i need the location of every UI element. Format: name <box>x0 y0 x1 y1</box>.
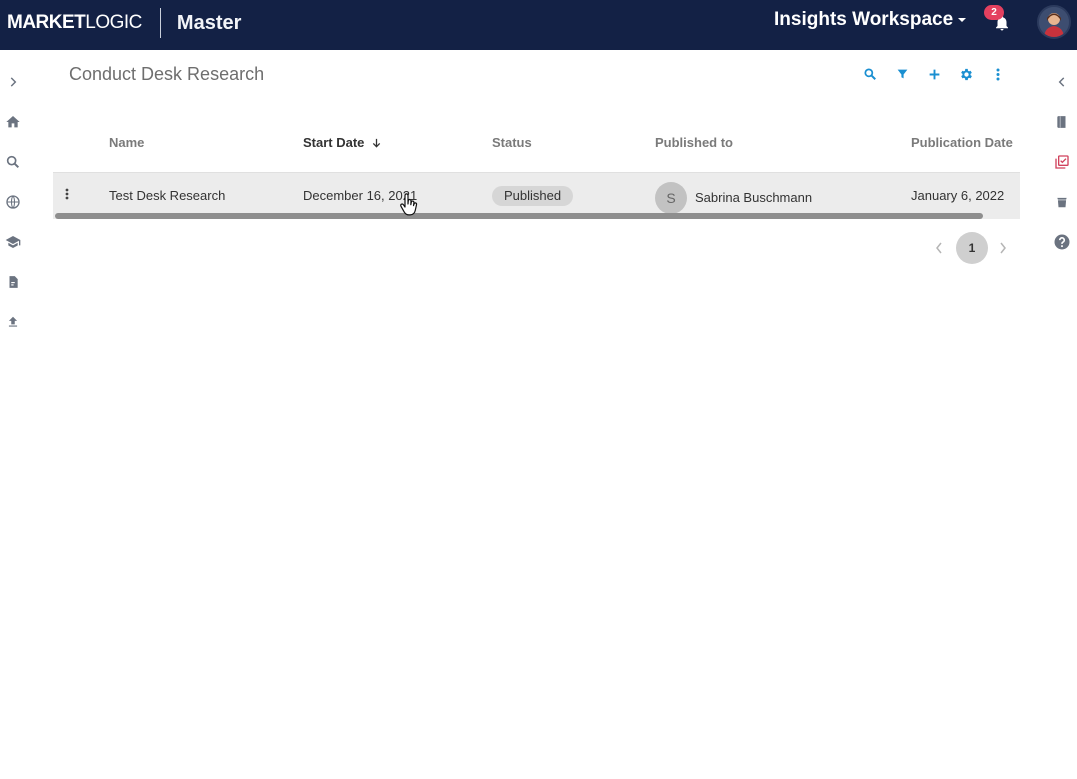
right-sidebar <box>1049 50 1077 779</box>
add-icon[interactable] <box>926 66 942 82</box>
notification-badge[interactable]: 2 <box>984 5 1004 20</box>
logo-text-light: LOGIC <box>85 12 142 33</box>
column-header-publication-date[interactable]: Publication Date <box>911 135 1013 150</box>
filter-icon[interactable] <box>894 66 910 82</box>
top-bar: MARKET LOGIC Master Insights Workspace 2 <box>0 0 1077 50</box>
chevron-left-icon[interactable] <box>935 241 945 255</box>
logo-text-bold: MARKET <box>7 12 86 33</box>
horizontal-scrollbar[interactable] <box>55 213 983 219</box>
avatar: S <box>655 182 687 214</box>
settings-icon[interactable] <box>958 66 974 82</box>
column-header-status[interactable]: Status <box>492 135 532 150</box>
more-vertical-icon[interactable] <box>990 66 1006 82</box>
cell-publication-date: January 6, 2022 <box>911 188 1005 203</box>
column-header-published-to[interactable]: Published to <box>655 135 733 150</box>
chevron-left-icon[interactable] <box>1053 73 1071 91</box>
workspace-switcher[interactable]: Insights Workspace <box>774 9 967 31</box>
search-icon[interactable] <box>4 153 22 171</box>
graduation-cap-icon[interactable] <box>4 233 22 251</box>
arrow-down-icon <box>371 137 382 149</box>
caret-down-icon <box>958 18 967 22</box>
column-header-start-date-label: Start Date <box>303 135 365 150</box>
checklist-icon[interactable] <box>1053 153 1071 171</box>
stack-icon[interactable] <box>1053 193 1071 211</box>
product-name: Master <box>176 11 242 34</box>
book-icon[interactable] <box>1053 113 1071 131</box>
chevron-right-icon[interactable] <box>4 73 22 91</box>
user-avatar[interactable] <box>1037 5 1071 39</box>
status-badge: Published <box>492 186 574 206</box>
brand-divider <box>159 8 161 38</box>
column-header-start-date[interactable]: Start Date <box>303 135 382 150</box>
globe-icon[interactable] <box>4 193 22 211</box>
cell-published-to: Sabrina Buschmann <box>695 190 813 205</box>
upload-icon[interactable] <box>4 313 22 331</box>
home-icon[interactable] <box>4 113 22 131</box>
document-icon[interactable] <box>4 273 22 291</box>
search-icon[interactable] <box>862 66 878 82</box>
cell-name[interactable]: Test Desk Research <box>109 188 225 203</box>
left-sidebar <box>0 50 27 779</box>
table-row[interactable]: Test Desk Research December 16, 2021 Pub… <box>53 172 1020 219</box>
column-header-name[interactable]: Name <box>109 135 144 150</box>
page-title: Conduct Desk Research <box>69 64 265 84</box>
cell-start-date: December 16, 2021 <box>303 188 418 203</box>
marketlogic-logo: MARKET LOGIC <box>7 12 142 34</box>
help-icon[interactable] <box>1053 233 1071 251</box>
row-menu-icon[interactable] <box>65 187 73 205</box>
chevron-right-icon[interactable] <box>999 241 1009 255</box>
pagination-current-page[interactable]: 1 <box>956 232 988 264</box>
brand[interactable]: MARKET LOGIC Master <box>7 8 241 38</box>
workspace-label: Insights Workspace <box>774 9 954 30</box>
